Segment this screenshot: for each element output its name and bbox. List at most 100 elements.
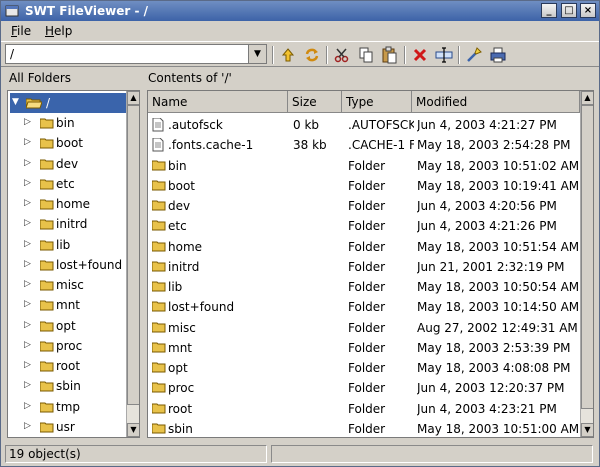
table-row[interactable]: misc Folder Aug 27, 2002 12:49:31 AM <box>148 318 580 338</box>
scroll-down-button[interactable]: ▼ <box>581 423 593 437</box>
table-row[interactable]: proc Folder Jun 4, 2003 12:20:37 PM <box>148 378 580 398</box>
scroll-down-button[interactable]: ▼ <box>127 423 139 437</box>
tree-item[interactable]: ▷ lost+found <box>8 255 126 275</box>
tree-item-label: / <box>46 96 51 110</box>
table-row[interactable]: home Folder May 18, 2003 10:51:54 AM <box>148 237 580 257</box>
scroll-up-button[interactable]: ▲ <box>581 91 593 105</box>
tree-item[interactable]: ▷ root <box>8 356 126 376</box>
table-row[interactable]: lib Folder May 18, 2003 10:50:54 AM <box>148 277 580 297</box>
cell-type: .AUTOFSCK <box>348 118 414 132</box>
rename-button[interactable] <box>434 45 454 65</box>
column-header-modified[interactable]: Modified <box>412 91 580 113</box>
minimize-button[interactable]: _ <box>541 3 557 18</box>
menu-file[interactable]: File <box>11 24 31 38</box>
parent-folder-button[interactable] <box>278 45 298 65</box>
cell-modified: May 18, 2003 10:51:54 AM <box>417 239 580 254</box>
tree-item[interactable]: ▷ tmp <box>8 397 126 417</box>
tree-item[interactable]: ▷ misc <box>8 275 126 295</box>
tree-item-label: usr <box>56 419 75 434</box>
tree-item-label: lib <box>56 237 71 252</box>
tree-item[interactable]: ▷ proc <box>8 336 126 356</box>
paste-button[interactable] <box>380 45 400 65</box>
refresh-button[interactable] <box>302 45 322 65</box>
delete-icon <box>410 45 430 65</box>
expand-right-icon[interactable]: ▷ <box>24 239 31 249</box>
tree-item[interactable]: ▷ opt <box>8 316 126 336</box>
tree-item-label: opt <box>56 318 76 333</box>
tree-item[interactable]: ▷ lib <box>8 235 126 255</box>
table-row[interactable]: lost+found Folder May 18, 2003 10:14:50 AM <box>148 297 580 317</box>
tree-item[interactable]: ▷ bin <box>8 113 126 133</box>
expand-right-icon[interactable]: ▷ <box>24 198 31 208</box>
expand-right-icon[interactable]: ▷ <box>24 380 31 390</box>
table-row[interactable]: .fonts.cache-1 38 kb .CACHE-1 F May 18, 200… <box>148 135 580 155</box>
table-row[interactable]: .autofsck 0 kb .AUTOFSCK Jun 4, 2003 4:21:2… <box>148 115 580 135</box>
menu-help[interactable]: Help <box>45 24 72 38</box>
table-row[interactable]: bin Folder May 18, 2003 10:51:02 AM <box>148 156 580 176</box>
tree-item-label: initrd <box>56 217 88 232</box>
tree-item-root[interactable]: ▼ / <box>10 93 128 113</box>
column-header-size[interactable]: Size <box>288 91 342 113</box>
expand-right-icon[interactable]: ▷ <box>24 401 31 411</box>
scroll-thumb[interactable] <box>127 105 139 405</box>
tree-item-label: root <box>56 359 81 373</box>
tree-item-label: sbin <box>56 379 81 394</box>
table-row[interactable]: opt Folder May 18, 2003 4:08:08 PM <box>148 358 580 378</box>
cell-modified: May 18, 2003 4:08:08 PM <box>417 361 571 375</box>
cut-button[interactable] <box>332 45 352 65</box>
cell-name: lib <box>168 280 183 294</box>
file-table[interactable]: Name Size Type Modified .autofsck 0 kb .AU… <box>147 90 594 438</box>
table-row[interactable]: mnt Folder May 18, 2003 2:53:39 PM <box>148 338 580 358</box>
column-header-name[interactable]: Name <box>148 91 288 113</box>
expand-right-icon[interactable]: ▷ <box>24 299 31 309</box>
rename-icon <box>434 45 454 65</box>
table-row[interactable]: dev Folder Jun 4, 2003 4:20:56 PM <box>148 196 580 216</box>
scroll-up-button[interactable]: ▲ <box>127 91 139 105</box>
tree-item[interactable]: ▷ mnt <box>8 295 126 315</box>
tree-item[interactable]: ▷ sbin <box>8 376 126 396</box>
table-row[interactable]: etc Folder Jun 4, 2003 4:21:26 PM <box>148 216 580 236</box>
expand-right-icon[interactable]: ▷ <box>24 360 31 370</box>
cell-modified: Aug 27, 2002 12:49:31 AM <box>417 320 578 335</box>
expand-right-icon[interactable]: ▷ <box>24 279 31 289</box>
folder-icon <box>40 421 54 433</box>
table-row[interactable]: sbin Folder May 18, 2003 10:51:00 AM <box>148 419 580 437</box>
expand-right-icon[interactable]: ▷ <box>24 158 31 168</box>
tree-item[interactable]: ▷ etc <box>8 174 126 194</box>
maximize-button[interactable]: □ <box>561 3 577 18</box>
tree-item[interactable]: ▷ home <box>8 194 126 214</box>
cell-type: Folder <box>348 340 386 355</box>
expand-right-icon[interactable]: ▷ <box>24 340 31 350</box>
expand-down-icon[interactable]: ▼ <box>12 97 19 107</box>
tree-item[interactable]: ▷ initrd <box>8 214 126 234</box>
tree-item[interactable]: ▷ boot <box>8 133 126 153</box>
tree-item[interactable]: ▷ usr <box>8 417 126 437</box>
expand-right-icon[interactable]: ▷ <box>24 259 31 269</box>
table-scrollbar[interactable]: ▲ ▼ <box>580 91 593 437</box>
copy-button[interactable] <box>356 45 376 65</box>
expand-right-icon[interactable]: ▷ <box>24 117 31 127</box>
pane-splitter[interactable] <box>141 71 146 439</box>
tree-scrollbar[interactable]: ▲ ▼ <box>126 91 139 437</box>
status-extra <box>271 445 593 463</box>
column-header-type[interactable]: Type <box>342 91 412 113</box>
expand-right-icon[interactable]: ▷ <box>24 421 31 431</box>
cell-name: lost+found <box>168 300 235 315</box>
folder-tree[interactable]: ▼ / ▷ bin ▷ boot ▷ dev ▷ etc ▷ home ▷ initrd ▷ lib ▷ lo… <box>7 90 140 438</box>
table-row[interactable]: initrd Folder Jun 21, 2001 2:32:19 PM <box>148 257 580 277</box>
expand-right-icon[interactable]: ▷ <box>24 178 31 188</box>
title-bar[interactable]: SWT FileViewer - / _ □ × <box>1 1 599 21</box>
expand-right-icon[interactable]: ▷ <box>24 320 31 330</box>
tree-item[interactable]: ▷ dev <box>8 154 126 174</box>
run-button[interactable] <box>464 45 484 65</box>
close-button[interactable]: × <box>580 3 596 18</box>
scroll-thumb[interactable] <box>581 105 593 409</box>
table-row[interactable]: boot Folder May 18, 2003 10:19:41 AM <box>148 176 580 196</box>
expand-right-icon[interactable]: ▷ <box>24 218 31 228</box>
combo-dropdown-button[interactable]: ▼ <box>248 45 266 63</box>
delete-button[interactable] <box>410 45 430 65</box>
expand-right-icon[interactable]: ▷ <box>24 137 31 147</box>
table-row[interactable]: root Folder Jun 4, 2003 4:23:21 PM <box>148 399 580 419</box>
path-combo[interactable]: / ▼ <box>5 44 267 64</box>
print-button[interactable] <box>488 45 508 65</box>
